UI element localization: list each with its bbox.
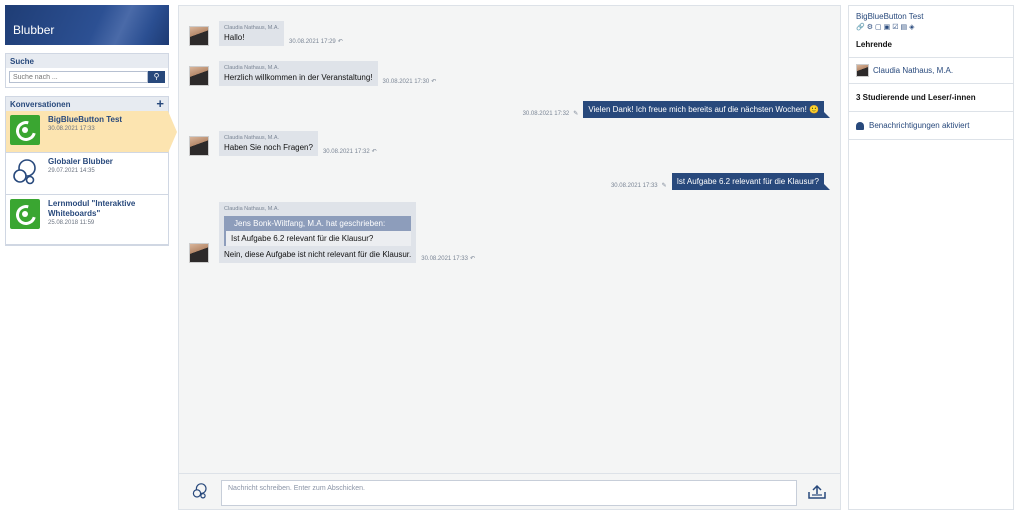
conversation-date: 25.08.2018 11:59 bbox=[48, 220, 95, 226]
upload-icon[interactable] bbox=[808, 484, 826, 505]
notifications-label: Benachrichtigungen aktiviert bbox=[869, 121, 970, 130]
conversation-date: 30.08.2021 17:33 bbox=[48, 126, 95, 132]
teachers-heading: Lehrende bbox=[849, 37, 1013, 58]
conversation-item[interactable]: Globaler Blubber 29.07.2021 14:35 bbox=[6, 153, 168, 195]
conversation-title: Globaler Blubber bbox=[48, 157, 113, 166]
search-title: Suche bbox=[6, 54, 168, 68]
message-time: 30.08.2021 17:29 bbox=[289, 39, 336, 45]
participants-count: 3 Studierende und Leser/-innen bbox=[849, 84, 1013, 112]
message-sender: Claudia Nathaus, M.A. bbox=[224, 65, 280, 71]
teacher-name: Claudia Nathaus, M.A. bbox=[873, 66, 954, 75]
course-title[interactable]: BigBlueButton Test bbox=[849, 6, 1013, 23]
message-time: 30.08.2021 17:32 bbox=[522, 111, 570, 117]
bbb-green-icon bbox=[10, 115, 40, 145]
teacher-item[interactable]: Claudia Nathaus, M.A. bbox=[849, 58, 1013, 84]
message-text: Haben Sie noch Fragen? bbox=[224, 143, 313, 152]
conversations-panel: Konversationen + BigBlueButton Test 30.0… bbox=[5, 96, 177, 246]
message-outgoing: 30.08.2021 17:32 ✎ Vielen Dank! Ich freu… bbox=[518, 101, 830, 118]
conversation-title: BigBlueButton Test bbox=[48, 115, 123, 124]
message-time: 30.08.2021 17:32 bbox=[322, 149, 370, 155]
message-sender: Claudia Nathaus, M.A. bbox=[224, 206, 280, 212]
message-text: Vielen Dank! Ich freue mich bereits auf … bbox=[583, 101, 830, 118]
chat-panel: Claudia Nathaus, M.A. Hallo! 30.08.2021 … bbox=[178, 5, 841, 510]
reply-icon[interactable]: ↶ bbox=[338, 38, 343, 45]
add-conversation-icon[interactable]: + bbox=[156, 97, 164, 110]
reply-icon[interactable]: ↶ bbox=[372, 148, 377, 155]
context-sidebar: BigBlueButton Test 🔗⚙▢▣☑▤◈ Lehrende Clau… bbox=[848, 5, 1014, 510]
search-panel: Suche ⚲ bbox=[5, 53, 169, 88]
message-text: Herzlich willkommen in der Veranstaltung… bbox=[224, 73, 373, 82]
message-bubble: Claudia Nathaus, M.A. Herzlich willkomme… bbox=[219, 61, 378, 86]
message-incoming: Claudia Nathaus, M.A. Haben Sie noch Fra… bbox=[189, 131, 377, 156]
message-bubble: Claudia Nathaus, M.A. Jens Bonk-Wiltfang… bbox=[219, 202, 417, 263]
conversations-title: Konversationen bbox=[10, 99, 71, 109]
bell-icon bbox=[856, 121, 864, 130]
composer: Nachricht schreiben. Enter zum Abschicke… bbox=[179, 473, 840, 509]
search-icon[interactable]: ⚲ bbox=[148, 71, 165, 83]
bbb-green-icon bbox=[10, 199, 40, 229]
message-time: 30.08.2021 17:33 bbox=[610, 183, 658, 189]
avatar bbox=[189, 26, 209, 46]
blubber-bubbles-icon bbox=[191, 482, 209, 505]
reply-icon[interactable]: ↶ bbox=[470, 255, 475, 262]
message-incoming: Claudia Nathaus, M.A. Herzlich willkomme… bbox=[189, 61, 436, 86]
avatar bbox=[856, 64, 869, 77]
blubber-bubbles-icon bbox=[10, 157, 40, 187]
app-header: Blubber bbox=[5, 5, 169, 45]
search-input[interactable] bbox=[9, 71, 148, 83]
message-text: Ist Aufgabe 6.2 relevant für die Klausur… bbox=[671, 173, 831, 190]
message-time: 30.08.2021 17:33 bbox=[421, 256, 468, 262]
message-bubble: Claudia Nathaus, M.A. Hallo! bbox=[219, 21, 285, 46]
message-outgoing: 30.08.2021 17:33 ✎ Ist Aufgabe 6.2 relev… bbox=[606, 173, 831, 190]
edit-icon[interactable]: ✎ bbox=[573, 110, 578, 117]
quote-header: Jens Bonk-Wiltfang, M.A. hat geschrieben… bbox=[224, 216, 412, 231]
message-text: Hallo! bbox=[224, 33, 245, 42]
message-bubble: Claudia Nathaus, M.A. Haben Sie noch Fra… bbox=[219, 131, 318, 156]
avatar bbox=[189, 136, 209, 156]
quote-text: Ist Aufgabe 6.2 relevant für die Klausur… bbox=[224, 231, 412, 246]
message-list: Claudia Nathaus, M.A. Hallo! 30.08.2021 … bbox=[179, 6, 840, 471]
edit-icon[interactable]: ✎ bbox=[662, 182, 667, 189]
avatar bbox=[189, 243, 209, 263]
course-tools-icon[interactable]: 🔗⚙▢▣☑▤◈ bbox=[849, 23, 1013, 37]
reply-icon[interactable]: ↶ bbox=[431, 78, 436, 85]
message-text: Nein, diese Aufgabe ist nicht relevant f… bbox=[224, 250, 412, 259]
message-incoming: Claudia Nathaus, M.A. Hallo! 30.08.2021 … bbox=[189, 21, 343, 46]
message-sender: Claudia Nathaus, M.A. bbox=[224, 25, 280, 31]
conversation-item[interactable]: Lernmodul "Interaktive Whiteboards" 25.0… bbox=[6, 195, 168, 245]
left-sidebar: Blubber Suche ⚲ Konversationen + BigBlue… bbox=[5, 5, 177, 246]
avatar bbox=[189, 66, 209, 86]
message-sender: Claudia Nathaus, M.A. bbox=[224, 135, 280, 141]
conversation-date: 29.07.2021 14:35 bbox=[48, 168, 95, 174]
notifications-toggle[interactable]: Benachrichtigungen aktiviert bbox=[849, 112, 1013, 140]
app-title: Blubber bbox=[13, 23, 55, 37]
message-incoming: Claudia Nathaus, M.A. Jens Bonk-Wiltfang… bbox=[189, 202, 475, 263]
message-input[interactable]: Nachricht schreiben. Enter zum Abschicke… bbox=[221, 480, 797, 506]
conversation-title: Lernmodul "Interaktive Whiteboards" bbox=[48, 199, 136, 218]
message-time: 30.08.2021 17:30 bbox=[382, 79, 430, 85]
conversation-item[interactable]: BigBlueButton Test 30.08.2021 17:33 bbox=[6, 111, 177, 153]
